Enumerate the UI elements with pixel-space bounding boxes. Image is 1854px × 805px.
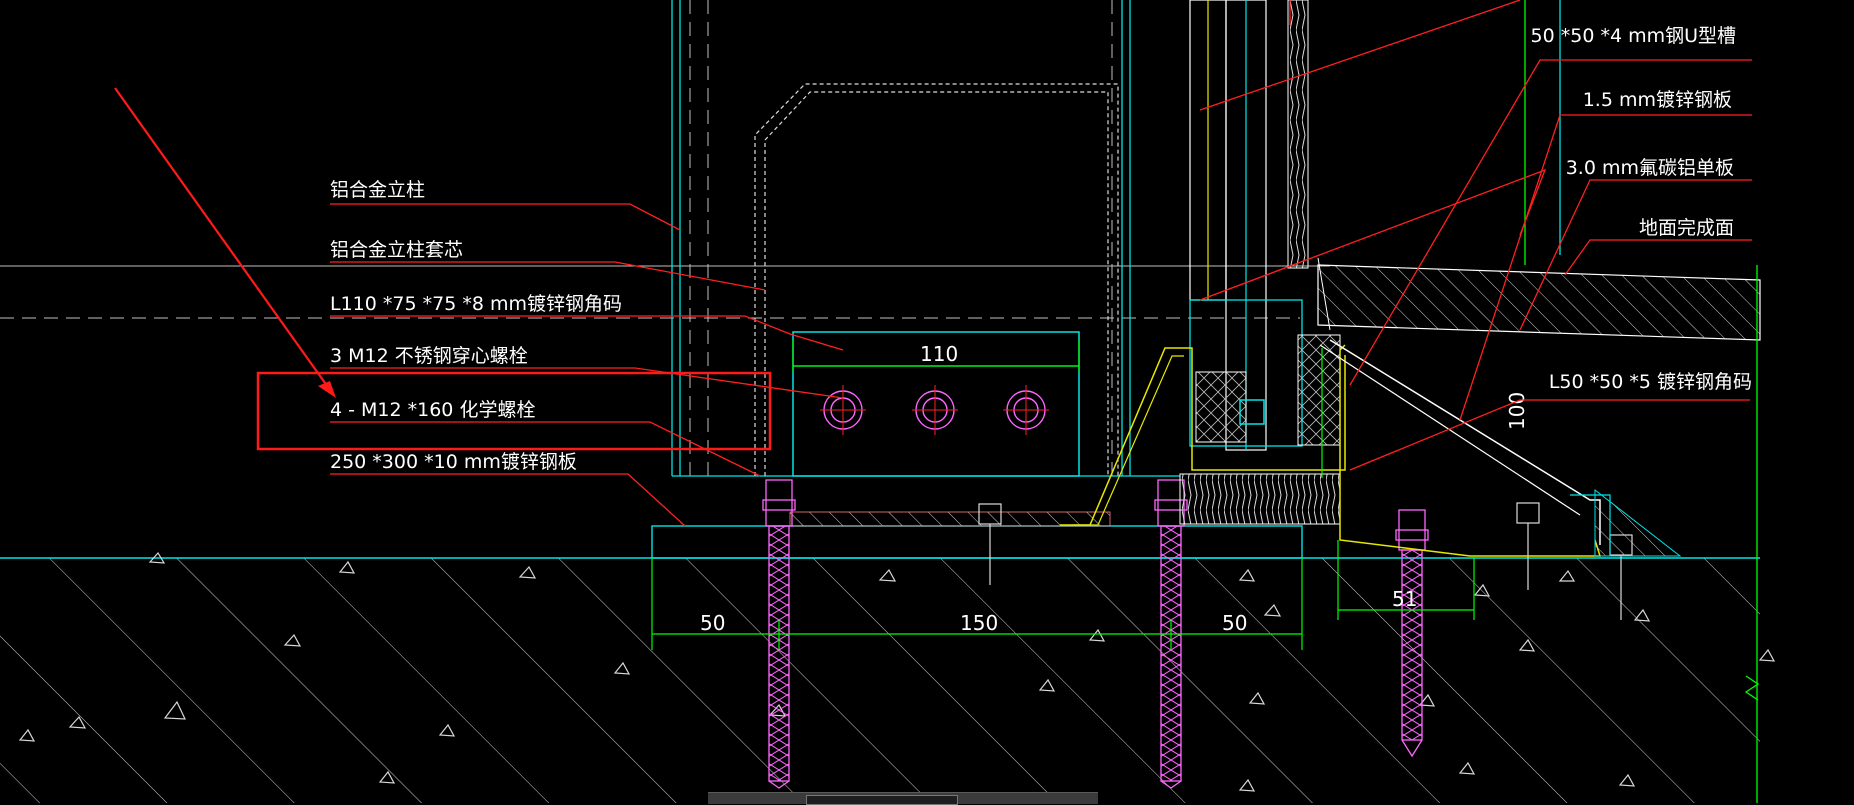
dim-vertical: 100 <box>1505 392 1529 430</box>
dim-plate-middle: 150 <box>960 611 998 635</box>
label-small-angle[interactable]: L50 *50 *5 镀锌钢角码 <box>1549 371 1752 393</box>
label-mullion-sleeve[interactable]: 铝合金立柱套芯 <box>330 239 463 261</box>
leader-lines <box>330 0 1752 527</box>
concrete-slab <box>0 551 1776 803</box>
aluminum-mullion-shape <box>671 0 1180 477</box>
dim-channel-width: 51 <box>1392 587 1417 611</box>
status-field[interactable] <box>806 795 958 805</box>
callout-arrow <box>114 87 336 398</box>
label-u-channel[interactable]: 50 *50 *4 mm钢U型槽 <box>1531 25 1736 47</box>
label-al-panel[interactable]: 3.0 mm氟碳铝单板 <box>1566 157 1734 179</box>
status-bar[interactable] <box>708 792 1098 805</box>
label-floor-finish[interactable]: 地面完成面 <box>1639 217 1734 239</box>
label-aluminum-mullion[interactable]: 铝合金立柱 <box>330 179 425 201</box>
label-through-bolt[interactable]: 3 M12 不锈钢穿心螺栓 <box>330 345 528 367</box>
dim-plate-right: 50 <box>1222 611 1247 635</box>
label-galv-sheet[interactable]: 1.5 mm镀锌钢板 <box>1583 89 1732 111</box>
label-chemical-bolt[interactable]: 4 - M12 *160 化学螺栓 <box>330 399 535 421</box>
cad-drawing-canvas[interactable]: 110 50 150 50 51 100 铝合金立柱 铝合金立柱套芯 L110 … <box>0 0 1854 803</box>
dim-bracket-width: 110 <box>920 342 958 366</box>
dim-plate-left: 50 <box>700 611 725 635</box>
label-steel-plate[interactable]: 250 *300 *10 mm镀锌钢板 <box>330 451 577 473</box>
mullion-sleeve-shape <box>754 83 1119 476</box>
label-angle-bracket[interactable]: L110 *75 *75 *8 mm镀锌钢角码 <box>330 293 622 315</box>
